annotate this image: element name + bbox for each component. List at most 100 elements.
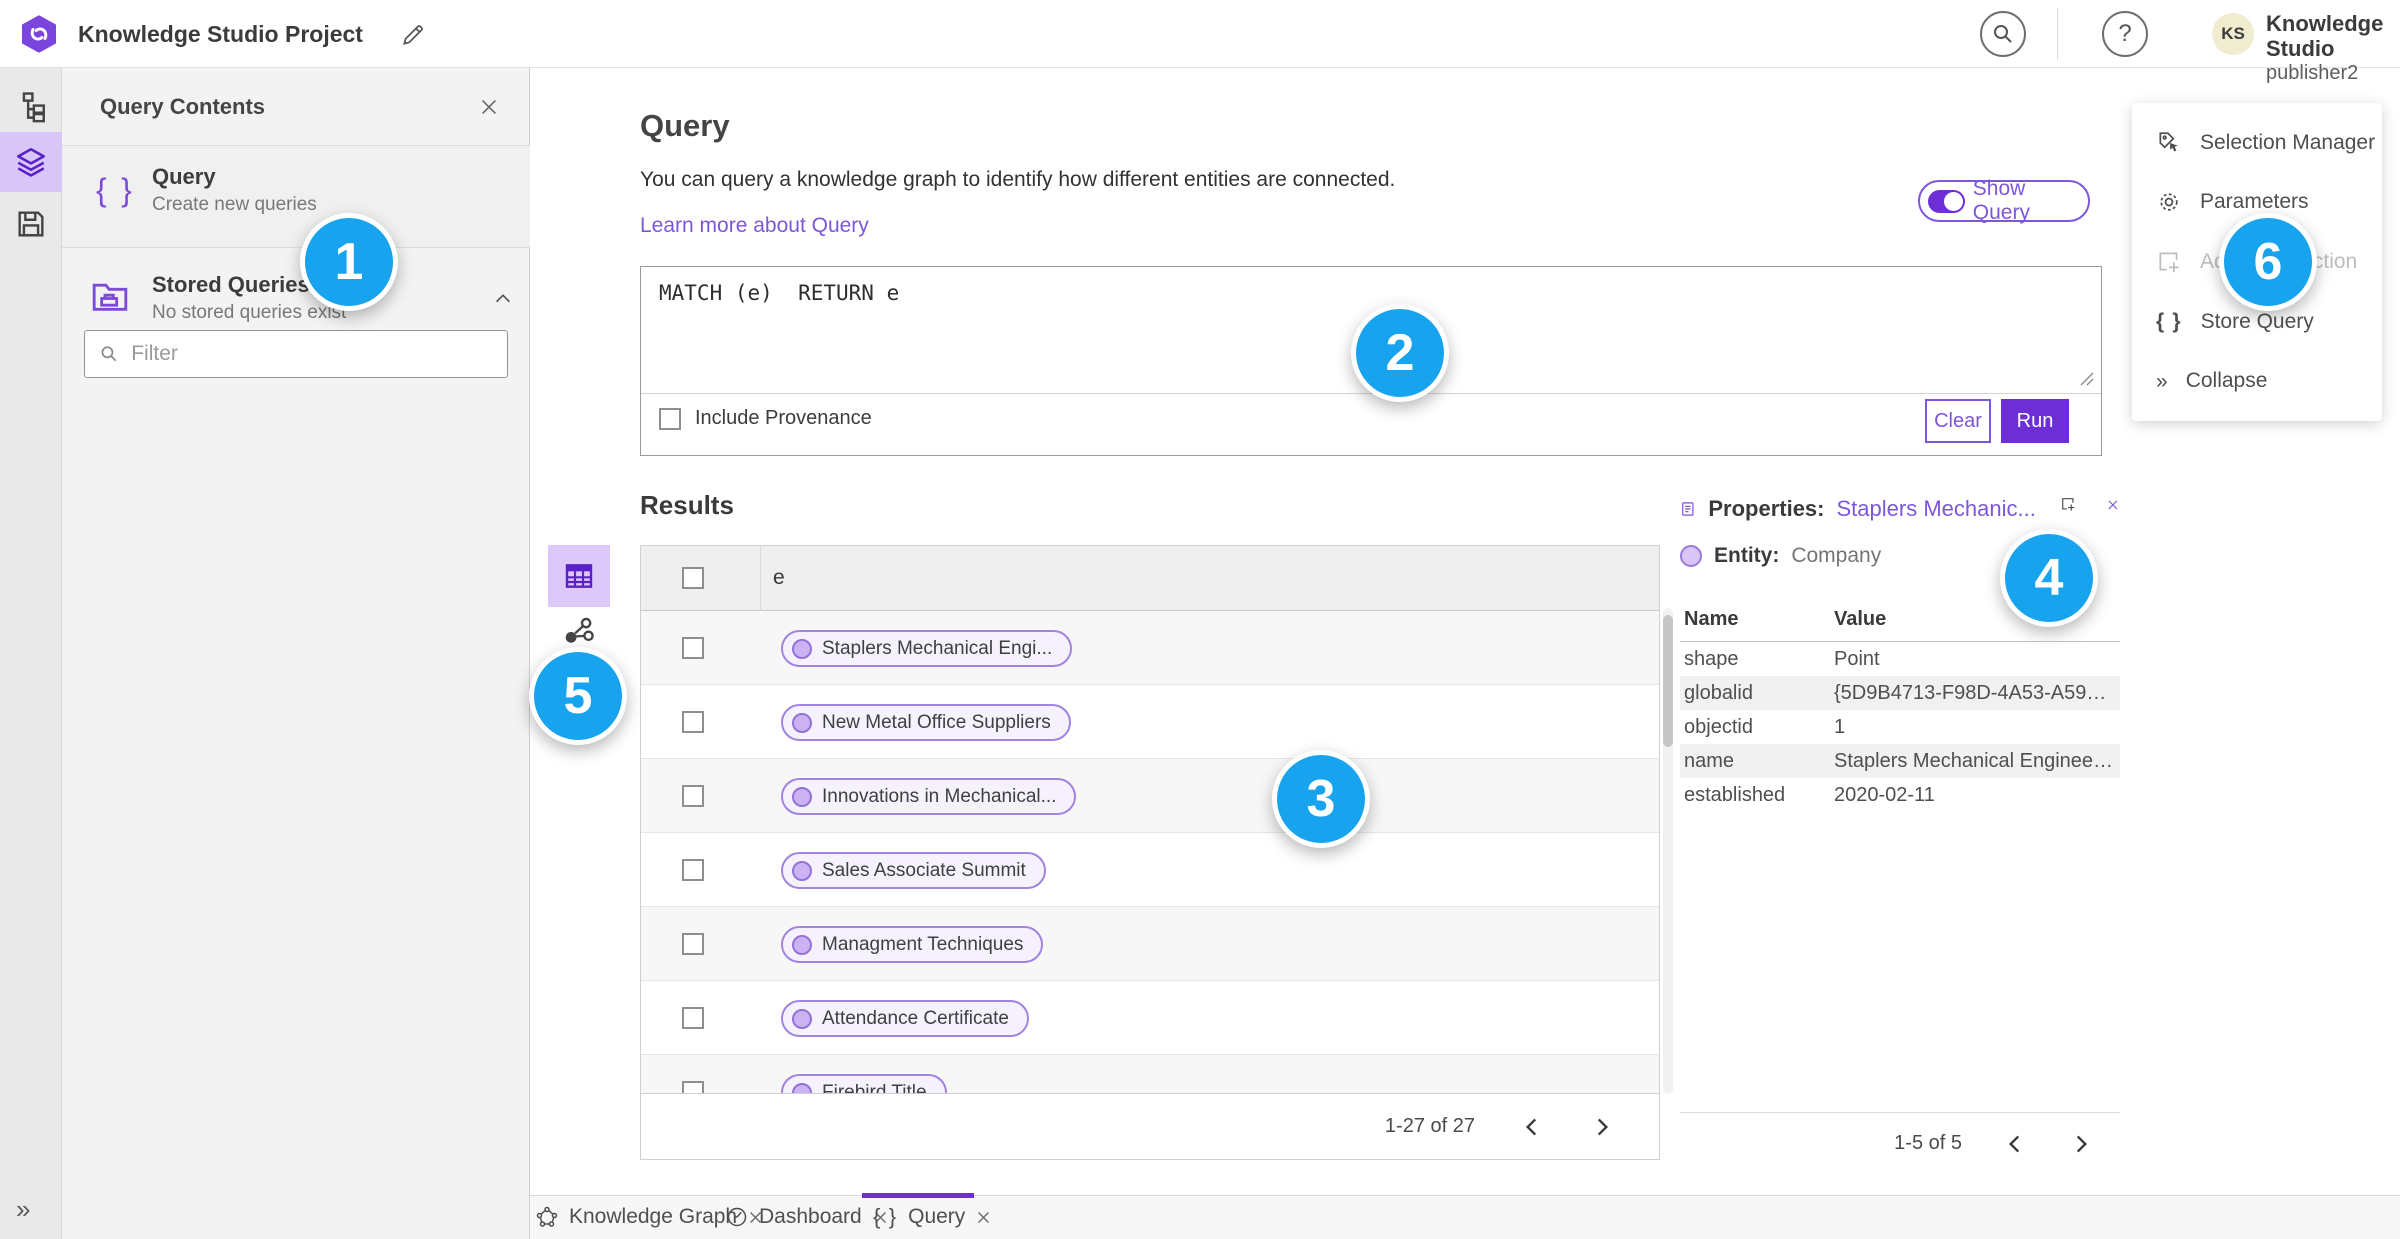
entity-pill[interactable]: Innovations in Mechanical... (781, 778, 1077, 815)
table-row: Sales Associate Summit (641, 833, 1659, 907)
results-scrollbar-thumb[interactable] (1663, 615, 1673, 747)
show-query-toggle[interactable]: Show Query (1918, 177, 2090, 224)
menu-item-collapse[interactable]: » Collapse (2132, 356, 2382, 406)
link-chart-view-icon[interactable] (560, 612, 598, 650)
user-name: Knowledge Studio (2266, 11, 2384, 62)
filter-input[interactable] (131, 342, 493, 366)
stored-queries-subtitle: No stored queries exist (152, 302, 347, 323)
clear-button[interactable]: Clear (1925, 399, 1991, 443)
row-checkbox[interactable] (682, 1007, 704, 1029)
show-query-label: Show Query (1972, 177, 2030, 224)
entity-dot-icon (792, 934, 812, 955)
tab-dashboard[interactable]: Dashboard (725, 1195, 889, 1239)
entity-pill-label: Attendance Certificate (822, 1007, 1009, 1029)
table-row: Staplers Mechanical Engi... (641, 611, 1659, 685)
entity-pill[interactable]: Managment Techniques (781, 926, 1044, 963)
resize-handle-icon[interactable] (2079, 371, 2095, 387)
menu-item-label: Selection Manager (2200, 130, 2376, 154)
callout-badge-5: 5 (529, 647, 627, 745)
edit-title-pencil-icon[interactable] (400, 22, 426, 48)
include-provenance-checkbox[interactable] (659, 407, 681, 430)
toggle-switch[interactable] (1928, 189, 1965, 213)
collapse-chevrons-icon: » (2156, 369, 2168, 393)
next-page-chevron-icon[interactable] (1589, 1114, 1615, 1140)
entity-dot-icon (792, 1008, 812, 1029)
search-button[interactable] (1980, 11, 2026, 57)
property-row: shape Point (1680, 642, 2120, 676)
close-tab-icon[interactable] (975, 1209, 992, 1226)
next-page-chevron-icon[interactable] (2068, 1131, 2094, 1157)
run-button[interactable]: Run (2001, 399, 2069, 443)
close-panel-icon[interactable] (478, 96, 500, 118)
properties-header: Properties: Staplers Mechanic... (1680, 496, 2120, 522)
previous-page-chevron-icon[interactable] (1519, 1114, 1545, 1140)
topbar-divider (2057, 8, 2058, 60)
row-checkbox[interactable] (682, 637, 704, 659)
property-row: name Staplers Mechanical Engineering (1680, 744, 2120, 778)
tab-label: Query (908, 1205, 966, 1228)
app-title: Knowledge Studio Project (78, 20, 363, 47)
knowledge-graph-icon (536, 1206, 558, 1227)
row-checkbox[interactable] (682, 785, 704, 807)
contents-item-query[interactable]: { } Query Create new queries (62, 146, 530, 248)
entity-pill-label: Sales Associate Summit (822, 859, 1026, 881)
property-value: 1 (1834, 715, 1846, 738)
left-icon-rail (0, 68, 62, 1239)
app-logo-icon[interactable] (20, 15, 58, 53)
property-name: shape (1684, 647, 1739, 670)
value-column-header: Value (1834, 608, 1887, 630)
dashboard-gauge-icon (727, 1207, 747, 1227)
add-to-selection-icon (2159, 252, 2179, 273)
entity-dot-icon (792, 860, 812, 881)
results-title: Results (640, 490, 734, 520)
selection-manager-icon (2159, 132, 2178, 152)
user-role: publisher2 (2266, 61, 2359, 84)
properties-entity-link[interactable]: Staplers Mechanic... (1837, 496, 2036, 522)
entity-pill[interactable]: Sales Associate Summit (781, 852, 1046, 889)
table-row: Managment Techniques (641, 907, 1659, 981)
properties-doc-icon (1682, 502, 1694, 516)
row-checkbox[interactable] (682, 933, 704, 955)
hierarchy-icon[interactable] (14, 90, 48, 124)
table-icon (565, 564, 593, 588)
add-to-selection-icon[interactable] (2060, 496, 2076, 522)
entity-dot-icon (792, 786, 812, 807)
braces-icon: { } (2156, 309, 2183, 333)
table-row: Innovations in Mechanical... (641, 759, 1659, 833)
row-checkbox[interactable] (682, 711, 704, 733)
toggle-knob (1943, 191, 1963, 211)
menu-item-selection-manager[interactable]: Selection Manager (2132, 118, 2382, 168)
entity-pill[interactable]: Attendance Certificate (781, 1000, 1029, 1037)
results-table: e Staplers Mechanical Engi... New Metal … (640, 545, 1660, 1160)
query-code-input[interactable]: MATCH (e) RETURN e (659, 281, 899, 305)
entity-pill[interactable]: Firebird Title (781, 1074, 947, 1093)
layers-icon[interactable] (14, 145, 48, 179)
braces-icon: { } (873, 1204, 899, 1229)
entity-pill[interactable]: Staplers Mechanical Engi... (781, 630, 1073, 667)
callout-badge-4: 4 (2000, 529, 2098, 627)
entity-dot-icon (792, 1082, 812, 1093)
results-pagination: 1-27 of 27 (641, 1093, 1659, 1159)
tab-label: Dashboard (759, 1205, 862, 1228)
tab-query[interactable]: { } Query (873, 1195, 992, 1239)
menu-item-label: Store Query (2200, 309, 2314, 333)
row-checkbox[interactable] (682, 1081, 704, 1093)
expand-rail-chevrons-icon[interactable]: » (16, 1194, 30, 1225)
user-avatar[interactable]: KS (2212, 13, 2254, 55)
query-contents-header: Query Contents (62, 68, 530, 146)
select-all-checkbox[interactable] (682, 567, 704, 589)
row-checkbox[interactable] (682, 859, 704, 881)
entity-type-dot-icon (1680, 545, 1702, 567)
help-button[interactable]: ? (2102, 11, 2148, 57)
user-block: Knowledge Studio publisher2 (2266, 11, 2400, 85)
learn-more-link[interactable]: Learn more about Query (640, 214, 869, 238)
table-row: New Metal Office Suppliers (641, 685, 1659, 759)
close-properties-icon[interactable] (2106, 498, 2120, 520)
entity-pill[interactable]: New Metal Office Suppliers (781, 704, 1071, 741)
collapse-section-chevron-icon[interactable] (492, 288, 514, 310)
previous-page-chevron-icon[interactable] (2002, 1131, 2028, 1157)
table-view-button[interactable] (548, 545, 610, 607)
property-name: established (1684, 783, 1786, 806)
save-icon[interactable] (14, 207, 48, 241)
entity-label: Entity: (1714, 544, 1780, 567)
